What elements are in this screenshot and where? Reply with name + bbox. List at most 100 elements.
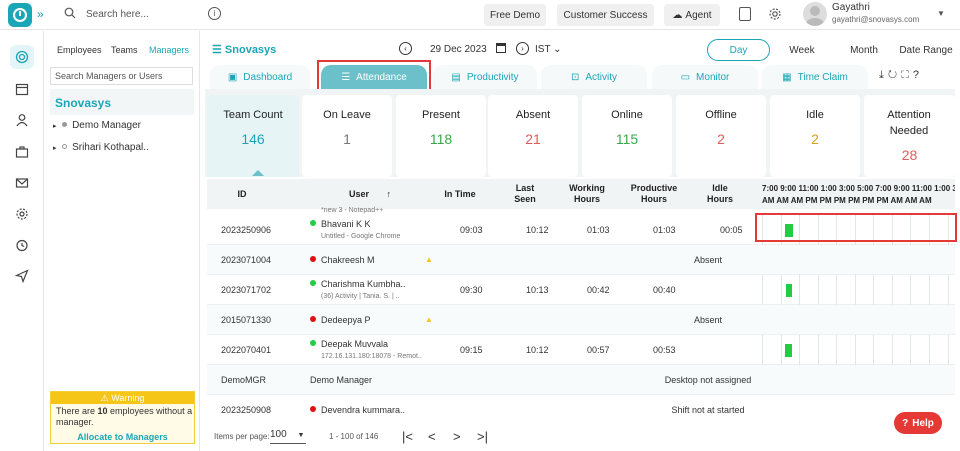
tab-monitor[interactable]: ▭ Monitor [652, 65, 758, 89]
column-header-working-hours[interactable]: Working Hours [563, 179, 611, 209]
refresh-icon[interactable]: ↻ [888, 69, 901, 81]
customer-success-button[interactable]: Customer Success [557, 4, 654, 26]
rail-settings[interactable] [10, 202, 34, 226]
column-header-idle-hours[interactable]: Idle Hours [700, 179, 740, 209]
prev-page-button[interactable]: < [428, 429, 436, 444]
tree-item-srihari[interactable]: ▸ Srihari Kothapal.. [53, 142, 149, 153]
fullscreen-icon[interactable]: ⛶ [901, 69, 913, 81]
tab-dashboard[interactable]: ▣ Dashboard [210, 65, 310, 89]
prev-date-button[interactable]: ‹ [399, 42, 412, 55]
cell-working-hours: 00:57 [587, 345, 610, 355]
stat-card[interactable]: Team Count 146 [207, 95, 299, 177]
stat-card[interactable]: Attention Needed 28 [864, 95, 955, 177]
tab-time-claim[interactable]: ▦ Time Claim [762, 65, 868, 89]
stat-label: Absent [515, 109, 551, 121]
clock-icon [13, 8, 27, 22]
date-label[interactable]: 29 Dec 2023 [430, 44, 487, 55]
sort-arrow-icon[interactable]: ↑ [387, 189, 392, 200]
column-header-label: User [348, 188, 369, 199]
stat-value: 115 [615, 131, 639, 147]
cell-working-hours: 00:42 [587, 285, 610, 295]
help-button[interactable]: ? Help [894, 412, 942, 434]
document-icon[interactable] [739, 7, 751, 21]
tab-activity[interactable]: ⊡ Activity [541, 65, 647, 89]
cell-in-time: 09:15 [460, 345, 483, 355]
manager-search-input[interactable] [50, 67, 193, 85]
cell-last-seen: 10:13 [526, 285, 549, 295]
app-logo[interactable] [8, 3, 32, 27]
cell-user[interactable]: Bhavani K K [310, 219, 371, 229]
tree-item-demo-manager[interactable]: ▸ Demo Manager [53, 120, 141, 131]
timeline-gridline [799, 275, 800, 305]
rail-alarm[interactable] [10, 233, 34, 257]
user-name: Dedeepya P [321, 315, 371, 325]
cell-productive-hours: 00:40 [653, 285, 676, 295]
avatar[interactable] [803, 2, 827, 26]
stat-card[interactable]: Idle 2 [770, 95, 860, 177]
rail-send[interactable] [10, 264, 34, 288]
help-circle-icon: ? [902, 417, 909, 429]
sidebar-tab-employees[interactable]: Employees [57, 45, 102, 55]
cell-user[interactable]: Charishma Kumbha.. [310, 279, 406, 289]
cell-id: 2023071702 [221, 285, 272, 295]
range-date-range-button[interactable]: Date Range [897, 39, 955, 61]
cell-in-time: 09:30 [460, 285, 483, 295]
timeline-ampm: AM AM AM PM PM PM PM PM PM AM AM AM [762, 196, 932, 205]
info-icon[interactable]: i [208, 7, 221, 20]
cell-user[interactable]: Demo Manager [310, 375, 372, 385]
stat-label: Present [422, 109, 460, 121]
sidebar-tab-teams[interactable]: Teams [111, 45, 138, 55]
download-icon[interactable]: ⤓ [879, 69, 888, 81]
column-header-user[interactable]: User ↑ [300, 179, 440, 209]
gear-icon[interactable] [768, 7, 782, 21]
calendar-icon[interactable] [496, 43, 506, 53]
pagination-range: 1 - 100 of 146 [329, 432, 379, 441]
stat-card[interactable]: Absent 21 [488, 95, 578, 177]
column-header-in-time[interactable]: In Time [440, 179, 480, 209]
rail-calendar[interactable] [10, 77, 34, 101]
range-week-button[interactable]: Week [780, 39, 824, 61]
org-name[interactable]: Snovasys [50, 89, 194, 115]
timeline-gridline [762, 275, 763, 305]
items-per-page-select[interactable]: 100 ▼ [270, 429, 306, 444]
rail-projects[interactable] [10, 140, 34, 164]
agent-button[interactable]: ☁ Agent [664, 4, 720, 26]
next-page-button[interactable]: > [453, 429, 461, 444]
user-icon [806, 6, 824, 26]
last-page-button[interactable]: >| [477, 429, 488, 444]
stat-card[interactable]: Online 115 [582, 95, 672, 177]
global-search-input[interactable] [86, 6, 196, 22]
timezone-select[interactable]: IST ⌄ [535, 44, 562, 55]
timeline-gridline [855, 275, 856, 305]
stat-card[interactable]: Offline 2 [676, 95, 766, 177]
rail-dashboard[interactable] [10, 45, 34, 69]
activity-bar[interactable] [785, 344, 792, 357]
stat-label: On Leave [323, 109, 371, 121]
cell-user[interactable]: Deepak Muvvala [310, 339, 388, 349]
stat-card[interactable]: On Leave 1 [302, 95, 392, 177]
chevron-down-icon[interactable]: ▼ [937, 9, 945, 18]
activity-bar[interactable] [786, 284, 792, 297]
range-day-button[interactable]: Day [707, 39, 770, 61]
column-header-last-seen[interactable]: Last Seen [505, 179, 545, 209]
help-circle-icon[interactable]: ? [913, 69, 923, 81]
cell-user[interactable]: Devendra kummara.. [310, 405, 405, 415]
brand-title[interactable]: ☰ Snovasys [212, 43, 276, 56]
column-header-productive-hours[interactable]: Productive Hours [626, 179, 682, 209]
first-page-button[interactable]: |< [402, 429, 413, 444]
rail-users[interactable] [10, 108, 34, 132]
timeline-gridline [873, 275, 874, 305]
column-header-id[interactable]: ID [207, 179, 277, 209]
expand-sidebar-icon[interactable]: » [37, 7, 44, 21]
alarm-icon [16, 239, 28, 252]
cell-user[interactable]: Chakreesh M [310, 255, 375, 265]
tab-productivity[interactable]: ▤ Productivity [433, 65, 537, 89]
next-date-button[interactable]: › [516, 42, 529, 55]
allocate-managers-link[interactable]: Allocate to Managers [51, 432, 194, 442]
sidebar-tab-managers[interactable]: Managers [149, 45, 189, 55]
cell-user[interactable]: Dedeepya P [310, 315, 371, 325]
rail-messages[interactable] [10, 171, 34, 195]
range-month-button[interactable]: Month [842, 39, 886, 61]
stat-card[interactable]: Present 118 [396, 95, 486, 177]
free-demo-button[interactable]: Free Demo [484, 4, 546, 26]
